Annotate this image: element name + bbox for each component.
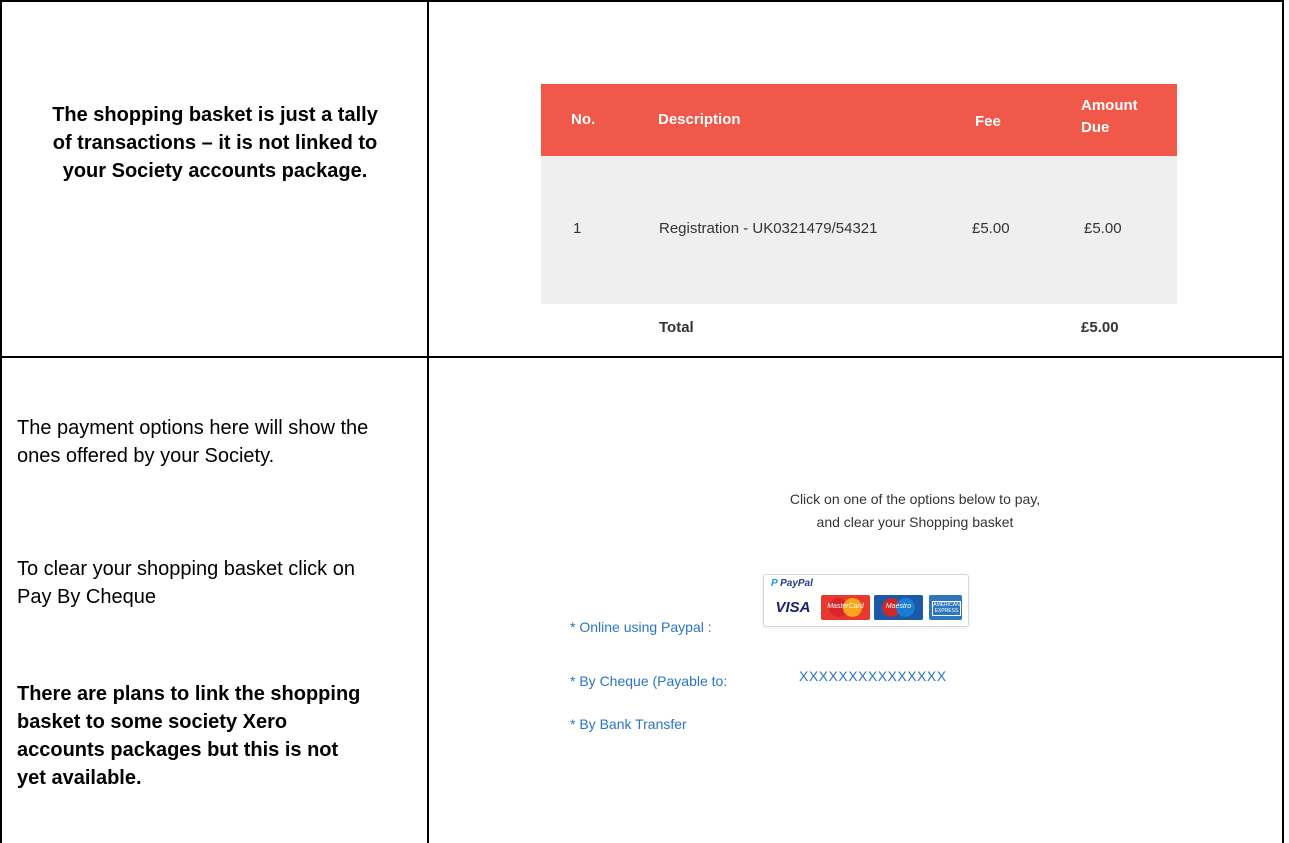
payment-intro-line2: and clear your Shopping basket [816, 514, 1014, 530]
table-row: 1 Registration - UK0321479/54321 £5.00 £… [541, 156, 1177, 304]
basket-note: The shopping basket is just a tally of t… [52, 104, 378, 182]
row-amount-due: £5.00 [1084, 220, 1122, 237]
header-fee: Fee [975, 113, 1001, 130]
table-border-left [0, 0, 2, 843]
paypal-payment-button[interactable]: P PayPal VISA MasterCard Maestro AMERICA… [763, 574, 969, 627]
paypal-option-link[interactable]: * Online using Paypal : [570, 619, 712, 635]
header-amount-due-line2: Due [1081, 119, 1110, 136]
row-description: Registration - UK0321479/54321 [659, 220, 878, 237]
header-amount-due-line1: Amount [1081, 97, 1138, 114]
paypal-logo-icon: P PayPal [771, 578, 813, 589]
basket-total-row: Total £5.00 [541, 304, 1177, 352]
payment-note-clear: To clear your shopping basket click on P… [17, 558, 355, 608]
row-fee: £5.00 [972, 220, 1010, 237]
basket-header-row: No. Description Fee Amount Due [541, 84, 1177, 156]
payment-note-options: The payment options here will show the o… [17, 417, 369, 467]
total-value: £5.00 [1081, 319, 1119, 336]
bank-transfer-option-link[interactable]: * By Bank Transfer [570, 716, 687, 732]
visa-card-icon: VISA [769, 595, 817, 620]
table-border-top [0, 0, 1284, 2]
document-table: The shopping basket is just a tally of t… [0, 0, 1284, 843]
mastercard-icon: MasterCard [821, 595, 870, 620]
payment-intro: Click on one of the options below to pay… [700, 488, 1130, 534]
table-border-right [1282, 0, 1284, 843]
payment-note-plans: There are plans to link the shopping bas… [17, 683, 361, 789]
row-no: 1 [573, 220, 582, 237]
shopping-basket-table: No. Description Fee Amount Due 1 Registr… [541, 84, 1177, 352]
total-label: Total [659, 319, 694, 336]
amex-icon: AMERICAN EXPRESS [929, 595, 962, 620]
header-no: No. [571, 111, 596, 128]
table-border-row-divider [0, 356, 1284, 358]
cheque-payee: XXXXXXXXXXXXXXX [799, 668, 947, 684]
table-border-middle [427, 0, 429, 843]
cheque-option-link[interactable]: * By Cheque (Payable to: [570, 673, 727, 689]
payment-intro-line1: Click on one of the options below to pay… [789, 491, 1041, 507]
maestro-icon: Maestro [874, 595, 923, 620]
header-description: Description [658, 111, 741, 128]
